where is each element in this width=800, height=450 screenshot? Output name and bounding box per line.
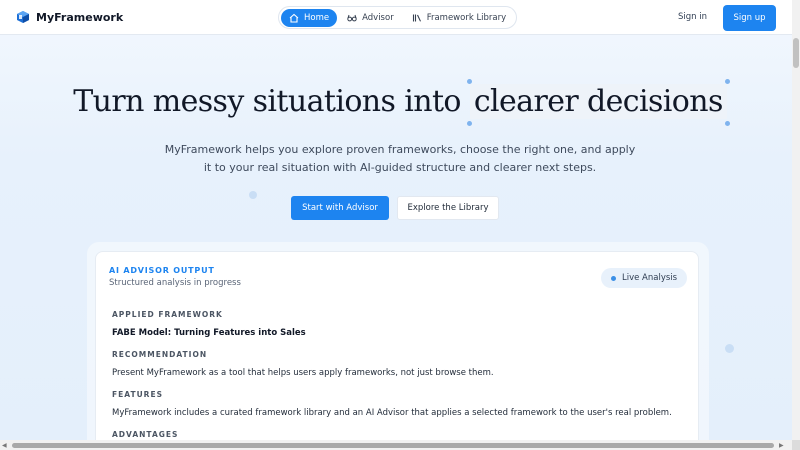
library-icon bbox=[412, 14, 421, 22]
top-navbar: MyFramework Home Advisor Framework Libra… bbox=[0, 0, 800, 35]
badge-label: Live Analysis bbox=[622, 273, 678, 283]
nav-item-label: Home bbox=[304, 12, 330, 23]
section-recommendation: RECOMMENDATION Present MyFramework as a … bbox=[112, 350, 494, 378]
section-advantages: ADVANTAGES bbox=[112, 430, 178, 439]
explore-library-button[interactable]: Explore the Library bbox=[397, 196, 499, 220]
decorative-dot bbox=[725, 344, 734, 353]
home-icon bbox=[289, 13, 299, 23]
signup-button[interactable]: Sign up bbox=[723, 5, 776, 31]
resize-handle bbox=[724, 121, 730, 126]
brand-logo[interactable]: MyFramework bbox=[16, 10, 123, 24]
nav-item-framework-library[interactable]: Framework Library bbox=[404, 9, 514, 27]
brand-name: MyFramework bbox=[36, 10, 124, 24]
main-nav: Home Advisor Framework Library bbox=[278, 6, 517, 29]
nav-item-label: Advisor bbox=[362, 12, 394, 23]
decorative-dot bbox=[249, 191, 257, 199]
resize-handle bbox=[466, 79, 472, 84]
start-with-advisor-button[interactable]: Start with Advisor bbox=[291, 196, 389, 220]
section-value: FABE Model: Turning Features into Sales bbox=[112, 328, 306, 338]
hero-title: Turn messy situations into clearer decis… bbox=[0, 79, 800, 126]
section-features: FEATURES MyFramework includes a curated … bbox=[112, 390, 672, 418]
section-applied-framework: APPLIED FRAMEWORK FABE Model: Turning Fe… bbox=[112, 310, 306, 338]
cube-logo-icon bbox=[17, 11, 29, 23]
scroll-right-icon[interactable]: ▶ bbox=[779, 442, 784, 449]
hero-title-highlight: clearer decisions bbox=[473, 84, 724, 119]
card-kicker: AI ADVISOR OUTPUT bbox=[109, 266, 215, 275]
section-label: APPLIED FRAMEWORK bbox=[112, 310, 223, 319]
vertical-scroll-thumb[interactable] bbox=[793, 38, 799, 68]
scrollbar-corner bbox=[792, 440, 800, 450]
live-analysis-badge: Live Analysis bbox=[601, 268, 688, 288]
card-status: Structured analysis in progress bbox=[109, 278, 241, 288]
card-header: AI ADVISOR OUTPUT Structured analysis in… bbox=[109, 266, 241, 288]
horizontal-scrollbar[interactable]: ◀ ▶ bbox=[0, 440, 792, 450]
nav-item-home[interactable]: Home bbox=[281, 8, 338, 27]
resize-handle bbox=[466, 121, 472, 126]
glasses-icon bbox=[347, 14, 357, 21]
section-value: MyFramework includes a curated framework… bbox=[112, 408, 672, 418]
nav-item-label: Framework Library bbox=[426, 12, 507, 23]
scroll-left-icon[interactable]: ◀ bbox=[2, 442, 7, 449]
section-label: FEATURES bbox=[112, 390, 163, 399]
hero-subtitle-line: it to your real situation with AI-guided… bbox=[203, 161, 597, 174]
hero-subtitle-line: MyFramework helps you explore proven fra… bbox=[164, 143, 636, 156]
advisor-output-card: AI ADVISOR OUTPUT Structured analysis in… bbox=[95, 251, 699, 450]
section-label: RECOMMENDATION bbox=[112, 350, 208, 359]
hero-subtitle: MyFramework helps you explore proven fra… bbox=[150, 141, 650, 177]
section-value: Present MyFramework as a tool that helps… bbox=[112, 368, 494, 378]
nav-item-advisor[interactable]: Advisor bbox=[339, 9, 402, 27]
hero-title-plain: Turn messy situations into bbox=[73, 84, 461, 119]
section-label: ADVANTAGES bbox=[112, 430, 179, 439]
hero-title-highlight-box: clearer decisions bbox=[466, 79, 730, 126]
live-dot-icon bbox=[611, 275, 616, 281]
resize-handle bbox=[724, 79, 730, 84]
vertical-scrollbar[interactable] bbox=[792, 0, 800, 440]
horizontal-scroll-thumb[interactable] bbox=[12, 443, 774, 448]
signin-link[interactable]: Sign in bbox=[678, 12, 707, 22]
